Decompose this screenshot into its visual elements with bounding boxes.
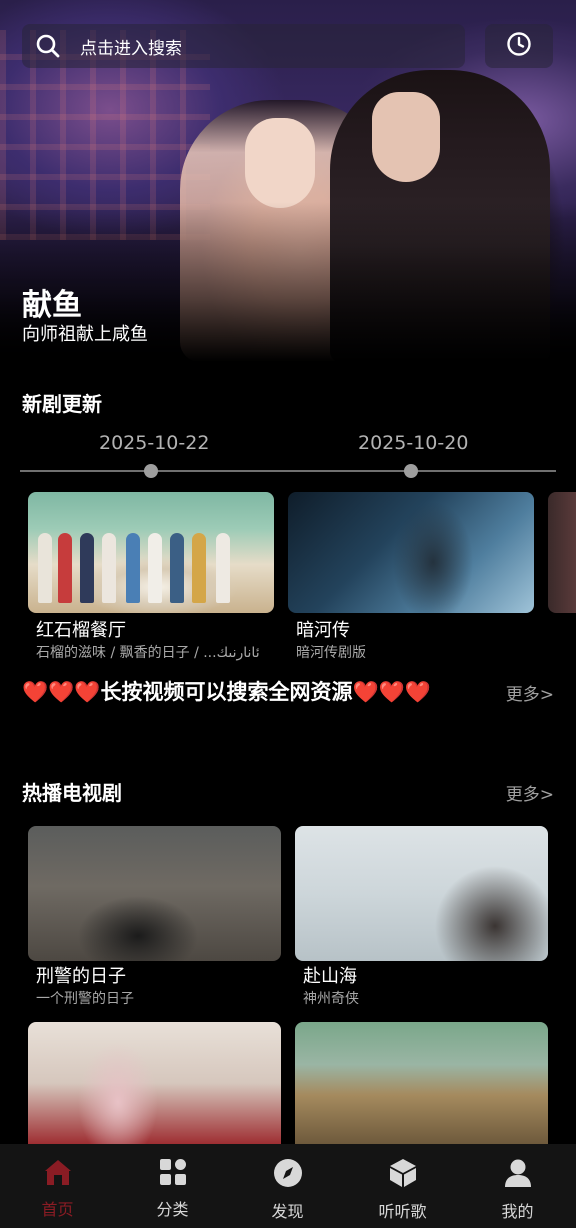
timeline-dot[interactable]	[404, 464, 418, 478]
tab-label: 首页	[41, 1200, 74, 1219]
hero-subtitle: 向师祖献上咸鱼	[22, 324, 148, 345]
drama-card-subtitle: 神州奇侠	[303, 991, 359, 1007]
bottom-tab-bar: 首页 分类 发现 听听歌 我的	[0, 1144, 576, 1228]
tab-label: 听听歌	[378, 1202, 427, 1221]
search-tip-banner[interactable]: ❤️❤️❤️长按视频可以搜索全网资源❤️❤️❤️	[22, 676, 431, 706]
user-icon	[503, 1158, 533, 1192]
hearts-decoration: ❤️❤️❤️	[352, 680, 431, 704]
section-title-hot-tv: 热播电视剧	[22, 781, 122, 805]
timeline-line	[20, 470, 556, 472]
clock-icon	[506, 31, 532, 61]
tab-label: 我的	[501, 1202, 534, 1221]
timeline-date[interactable]: 2025-10-22	[99, 432, 209, 454]
drama-card-title[interactable]: 刑警的日子	[36, 962, 126, 988]
tab-profile[interactable]: 我的	[460, 1144, 575, 1228]
more-link[interactable]: 更多>	[506, 680, 554, 705]
drama-card-thumbnail[interactable]	[295, 1022, 548, 1144]
drama-card-thumbnail[interactable]	[548, 492, 576, 613]
drama-card-title[interactable]: 红石榴餐厅	[36, 616, 126, 642]
tab-home[interactable]: 首页	[0, 1144, 115, 1228]
drama-card-title[interactable]: 赴山海	[303, 962, 357, 988]
history-button[interactable]	[485, 24, 553, 68]
drama-card-title[interactable]: 暗河传	[296, 616, 350, 642]
drama-card-thumbnail[interactable]	[295, 826, 548, 961]
timeline-date[interactable]: 2025-10-20	[358, 432, 468, 454]
grid-icon	[159, 1158, 187, 1190]
compass-icon	[273, 1158, 303, 1192]
hero-title: 献鱼	[22, 288, 82, 323]
search-icon	[26, 24, 70, 68]
section-title-new-updates: 新剧更新	[22, 392, 102, 416]
cube-icon	[388, 1158, 418, 1192]
hero-figure-woman-face	[245, 118, 315, 208]
home-icon	[43, 1158, 73, 1190]
search-bar[interactable]: 点击进入搜索	[22, 24, 465, 68]
banner-text: 长按视频可以搜索全网资源	[100, 680, 353, 704]
tab-label: 分类	[156, 1200, 189, 1219]
drama-card-subtitle: 石榴的滋味 / 飘香的日子 / ...ئانارنىك	[36, 645, 260, 661]
more-link[interactable]: 更多>	[506, 780, 554, 805]
drama-card-subtitle: 暗河传剧版	[296, 645, 366, 661]
tab-discover[interactable]: 发现	[230, 1144, 345, 1228]
drama-card-thumbnail[interactable]	[28, 826, 281, 961]
drama-card-thumbnail[interactable]	[28, 1022, 281, 1144]
timeline-dot[interactable]	[144, 464, 158, 478]
tab-listen[interactable]: 听听歌	[345, 1144, 460, 1228]
hero-figure-man-face	[372, 92, 440, 182]
drama-card-subtitle: 一个刑警的日子	[36, 991, 134, 1007]
tab-label: 发现	[271, 1202, 304, 1221]
drama-card-thumbnail[interactable]	[28, 492, 274, 613]
search-placeholder: 点击进入搜索	[80, 38, 182, 59]
drama-card-thumbnail[interactable]	[288, 492, 534, 613]
tab-category[interactable]: 分类	[115, 1144, 230, 1228]
hearts-decoration: ❤️❤️❤️	[22, 680, 101, 704]
